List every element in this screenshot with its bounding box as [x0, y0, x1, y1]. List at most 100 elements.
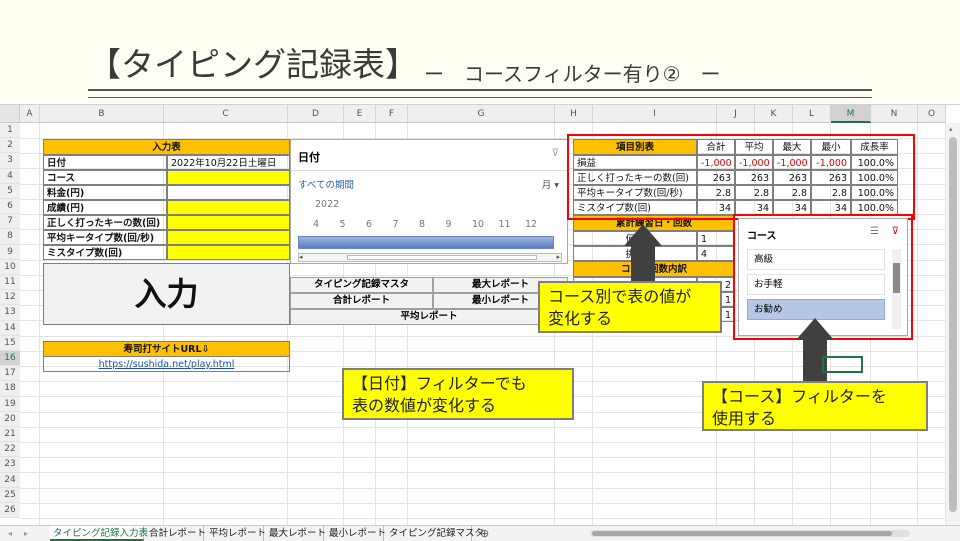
- column-header[interactable]: J: [717, 105, 755, 123]
- row-header[interactable]: 3: [0, 153, 20, 169]
- column-header[interactable]: I: [593, 105, 717, 123]
- scroll-right-icon[interactable]: ▸: [556, 253, 560, 261]
- slide-subtitle: ー コースフィルター有り② ー: [424, 62, 721, 86]
- input-row-value[interactable]: [167, 245, 290, 260]
- timeline-month[interactable]: 8: [419, 219, 425, 230]
- practice-value: 1: [697, 231, 735, 246]
- timeline-month[interactable]: 11: [499, 219, 511, 230]
- active-cell[interactable]: [822, 356, 863, 373]
- row-header[interactable]: 12: [0, 290, 20, 306]
- row-header[interactable]: 13: [0, 305, 20, 321]
- row-header[interactable]: 21: [0, 427, 20, 443]
- timeline-month[interactable]: 12: [525, 219, 537, 230]
- total-report-button[interactable]: 合計レポート: [290, 293, 433, 309]
- tab-nav-prev-icon[interactable]: ◂: [8, 526, 12, 541]
- row-gridline: [20, 457, 946, 459]
- row-header[interactable]: 6: [0, 199, 20, 215]
- timeline-bar[interactable]: [298, 236, 554, 249]
- sheet-tab[interactable]: タイピング記録マスタ: [386, 526, 484, 541]
- row-header[interactable]: 2: [0, 138, 20, 154]
- row-header[interactable]: 20: [0, 411, 20, 427]
- average-report-button[interactable]: 平均レポート: [290, 309, 568, 325]
- row-header[interactable]: 26: [0, 503, 20, 519]
- scroll-left-icon[interactable]: ◂: [299, 253, 303, 261]
- input-row-value[interactable]: [167, 185, 290, 200]
- timeline-month[interactable]: 5: [340, 219, 346, 230]
- timeline-month[interactable]: 9: [446, 219, 452, 230]
- row-header[interactable]: 22: [0, 442, 20, 458]
- column-header[interactable]: N: [871, 105, 918, 123]
- sheet-tab[interactable]: 最大レポート: [266, 526, 326, 541]
- row-header[interactable]: 15: [0, 335, 20, 351]
- input-row-label: 平均キータイプ数(回/秒): [43, 230, 167, 245]
- row-header[interactable]: 24: [0, 472, 20, 488]
- url-header: 寿司打サイトURL⇩: [43, 341, 290, 357]
- column-header[interactable]: D: [288, 105, 344, 123]
- input-row-label: 正しく打ったキーの数(回): [43, 215, 167, 230]
- tab-nav-next-icon[interactable]: ▸: [24, 526, 28, 541]
- spreadsheet: ABCDEFGHIJKLMNO 1 2 3 4 5 6 7 8 9 10 11 12 13 14 15 16 1…: [0, 104, 960, 541]
- input-row-value[interactable]: [167, 230, 290, 245]
- select-all-corner[interactable]: [0, 105, 20, 123]
- row-header[interactable]: 5: [0, 183, 20, 199]
- input-row-label: 日付: [43, 155, 167, 170]
- input-row-value[interactable]: [167, 215, 290, 230]
- row-header[interactable]: 10: [0, 259, 20, 275]
- row-header[interactable]: 18: [0, 381, 20, 397]
- column-header[interactable]: B: [40, 105, 164, 123]
- input-button[interactable]: 入力: [43, 263, 290, 325]
- column-header[interactable]: E: [344, 105, 376, 123]
- row-header[interactable]: 14: [0, 320, 20, 336]
- column-header[interactable]: F: [376, 105, 408, 123]
- column-header[interactable]: G: [408, 105, 555, 123]
- vertical-scrollbar[interactable]: ▴: [946, 123, 960, 525]
- sheet-tab[interactable]: 平均レポート: [206, 526, 266, 541]
- row-header[interactable]: 7: [0, 214, 20, 230]
- sheet-tab[interactable]: 合計レポート: [146, 526, 206, 541]
- input-row-value[interactable]: 2022年10月22日土曜日: [167, 155, 290, 170]
- input-row-value[interactable]: [167, 170, 290, 185]
- timeline-month[interactable]: 4: [313, 219, 319, 230]
- row-header[interactable]: 8: [0, 229, 20, 245]
- input-row-label: ミスタイプ数(回): [43, 245, 167, 260]
- scroll-up-icon[interactable]: ▴: [949, 125, 953, 133]
- add-sheet-icon[interactable]: ⊕: [480, 526, 489, 541]
- row-header[interactable]: 4: [0, 168, 20, 184]
- row-header[interactable]: 1: [0, 123, 20, 139]
- row-header[interactable]: 17: [0, 366, 20, 382]
- sheet-tab[interactable]: 最小レポート: [326, 526, 386, 541]
- period-unit: 月: [541, 180, 552, 191]
- timeline-scrollbar[interactable]: ◂ ▸: [298, 253, 562, 262]
- column-header[interactable]: K: [755, 105, 793, 123]
- input-row: コース: [43, 170, 290, 185]
- timeline-month[interactable]: 10: [472, 219, 484, 230]
- callout-course-table: コース別で表の値が 変化する: [538, 281, 722, 333]
- row-header[interactable]: 25: [0, 487, 20, 503]
- sheet-tab[interactable]: タイピング記録入力表: [50, 526, 148, 541]
- row-header[interactable]: 19: [0, 396, 20, 412]
- scrollbar-thumb[interactable]: [347, 255, 537, 260]
- horizontal-scrollbar[interactable]: [590, 530, 910, 537]
- row-header[interactable]: 11: [0, 275, 20, 291]
- timeline-month[interactable]: 7: [393, 219, 399, 230]
- vertical-scroll-thumb[interactable]: [949, 137, 957, 512]
- column-header[interactable]: C: [164, 105, 288, 123]
- column-header[interactable]: M: [831, 105, 871, 123]
- row-header[interactable]: 23: [0, 457, 20, 473]
- master-button[interactable]: タイピング記録マスタ: [290, 277, 433, 293]
- row-header[interactable]: 9: [0, 244, 20, 260]
- clear-filter-icon[interactable]: ⊽: [552, 148, 559, 159]
- horizontal-scroll-thumb[interactable]: [592, 531, 892, 536]
- url-link[interactable]: https://sushida.net/play.html: [43, 356, 290, 372]
- row-header[interactable]: 16: [0, 351, 20, 367]
- summary-highlight-box: [567, 134, 915, 220]
- date-slicer[interactable]: 日付 ⊽ すべての期間 月 ▾ 2022 4 5 6 7 8 9 10 11 12 ◂ ▸: [290, 139, 569, 264]
- timeline-month[interactable]: 6: [366, 219, 372, 230]
- period-unit-dropdown[interactable]: 月 ▾: [542, 177, 559, 191]
- column-header[interactable]: A: [20, 105, 40, 123]
- column-header[interactable]: H: [555, 105, 593, 123]
- input-row-value[interactable]: [167, 200, 290, 215]
- column-header[interactable]: L: [793, 105, 831, 123]
- column-header[interactable]: O: [918, 105, 946, 123]
- row-gridline: [20, 518, 946, 519]
